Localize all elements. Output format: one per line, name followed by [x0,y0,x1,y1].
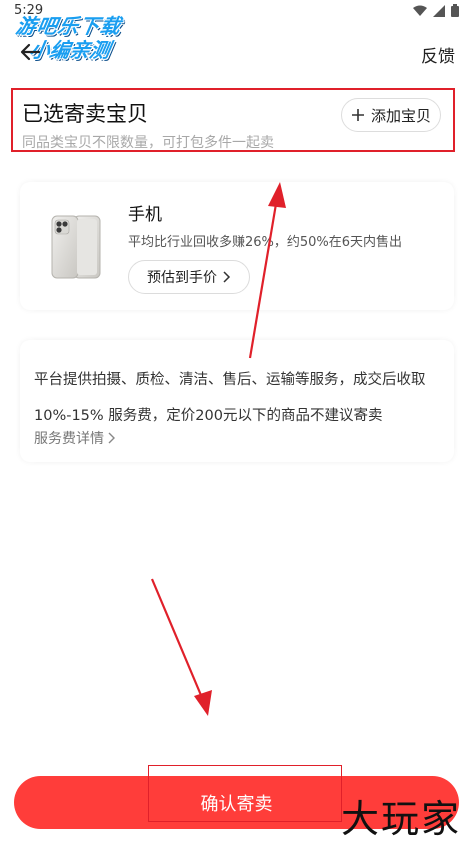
annotation-arrowhead-down [194,690,212,716]
estimate-price-button[interactable]: 预估到手价 [128,260,250,294]
section-subtitle: 同品类宝贝不限数量，可打包多件一起卖 [22,135,274,151]
annotation-arrow-down [150,578,205,701]
add-item-button[interactable]: 添加宝贝 [341,98,441,132]
wifi-icon [413,5,427,16]
back-arrow-icon[interactable] [18,40,42,64]
service-fee-details-link[interactable]: 服务费详情 [34,428,115,448]
feedback-button[interactable]: 反馈 [421,42,455,67]
service-description: 平台提供拍摄、质检、清洁、售后、运输等服务，成交后收取 10%-15% 服务费，… [34,372,426,424]
selected-items-section: 已选寄卖宝贝 同品类宝贝不限数量，可打包多件一起卖 添加宝贝 [11,88,455,152]
phone-image [51,215,101,279]
estimate-price-label: 预估到手价 [147,270,217,286]
section-title: 已选寄卖宝贝 [22,102,148,126]
product-description: 平均比行业回收多赚26%，约50%在6天内售出 [128,235,403,250]
battery-icon [451,4,459,17]
watermark-bottom: 大玩家 [340,797,461,841]
plus-icon [351,109,364,121]
chevron-right-icon [108,432,115,444]
service-fee-details-label: 服务费详情 [34,431,104,447]
status-icons [413,4,459,17]
add-item-label: 添加宝贝 [370,106,431,125]
product-card[interactable]: 手机 平均比行业回收多赚26%，约50%在6天内售出 预估到手价 [20,182,454,310]
signal-icon [433,4,445,17]
chevron-right-icon [223,271,231,283]
watermark-line1: 游吧乐下载 [14,14,124,38]
service-info-card: 平台提供拍摄、质检、清洁、售后、运输等服务，成交后收取 10%-15% 服务费，… [20,340,454,462]
product-name: 手机 [128,205,162,225]
